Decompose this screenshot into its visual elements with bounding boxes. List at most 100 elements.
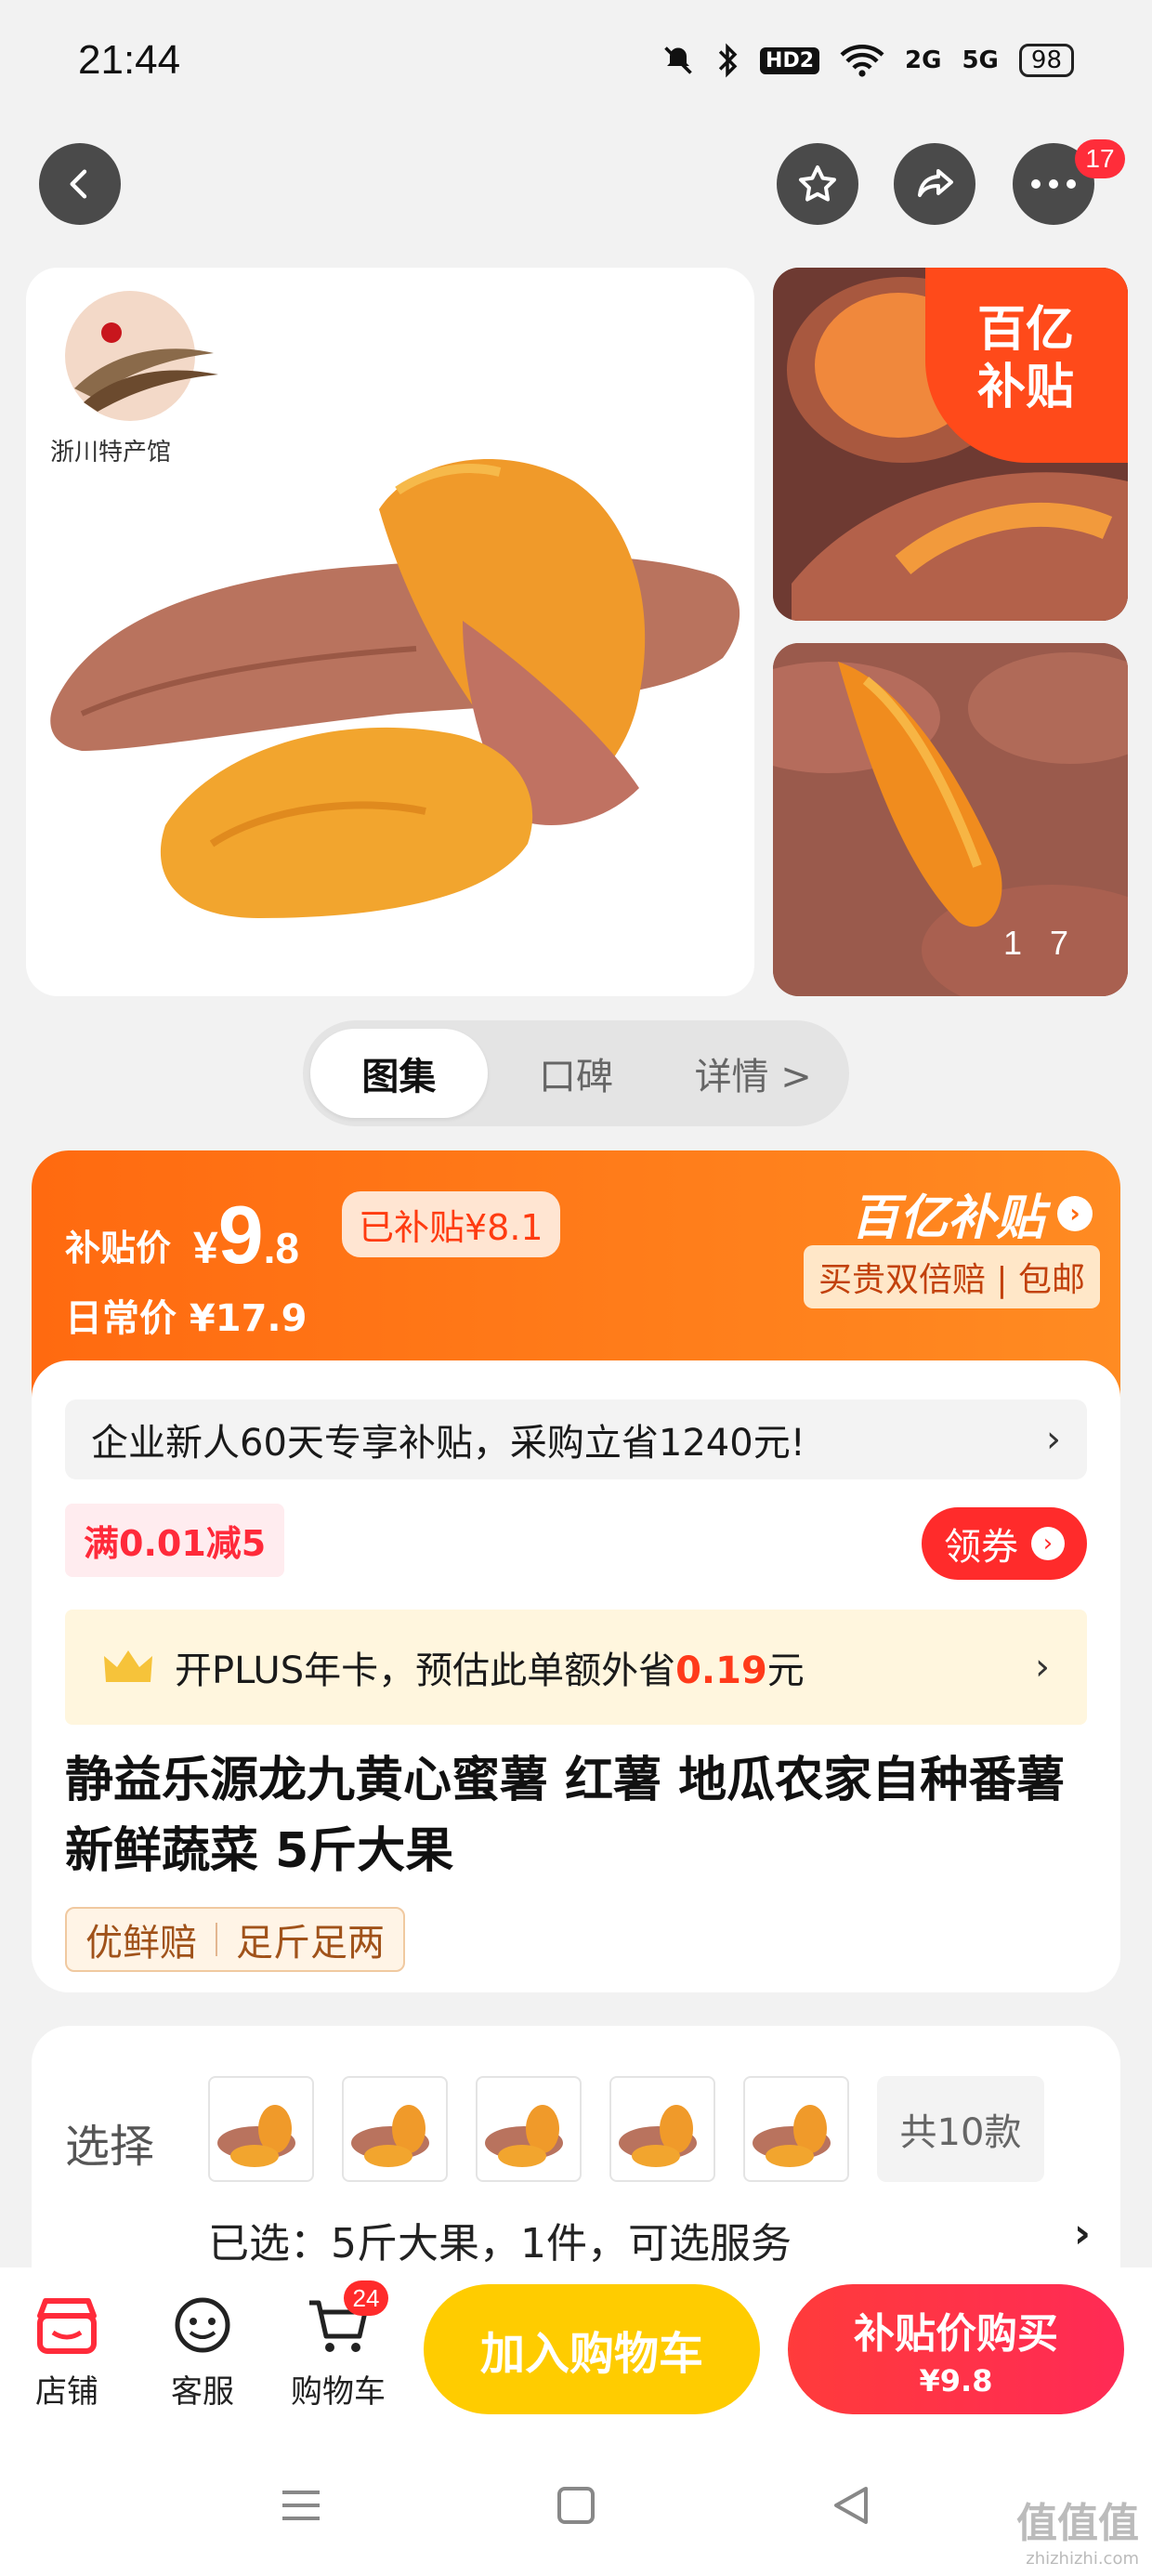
crown-icon	[104, 1650, 152, 1682]
sweet-potato-thumbnail	[485, 2105, 563, 2167]
variant-thumbnail[interactable]	[476, 2076, 582, 2182]
customer-service-button[interactable]: 客服	[147, 2295, 258, 2412]
plus-membership-text: 开PLUS年卡，预估此单额外省0.19元	[175, 1640, 805, 1694]
price-decimal: .8	[263, 1224, 300, 1272]
billion-subsidy-link[interactable]: 百亿补贴 ›	[851, 1178, 1093, 1248]
add-to-cart-button[interactable]: 加入购物车	[424, 2284, 760, 2414]
selected-options[interactable]: 已选：5斤大果，1件，可选服务 ›	[208, 2210, 1091, 2269]
main-product-image[interactable]: 浙川特产馆	[26, 268, 754, 996]
signal-5g-icon: 5G	[962, 46, 999, 74]
price-integer: 9	[217, 1189, 264, 1281]
chat-icon	[175, 2297, 230, 2353]
chevron-right-icon: ›	[1031, 1527, 1065, 1560]
thumbnail-image[interactable]: 17	[773, 643, 1128, 996]
image-counter-current: 1	[1002, 924, 1050, 962]
wifi-icon	[840, 45, 884, 77]
customer-service-label: 客服	[171, 2373, 234, 2411]
chevron-right-icon: ›	[1057, 1195, 1093, 1231]
variant-thumbnail[interactable]	[208, 2076, 314, 2182]
signal-2g-icon: 2G	[905, 46, 942, 74]
star-icon	[799, 165, 836, 202]
image-counter-total: 7	[1049, 924, 1096, 962]
back-triangle-icon[interactable]	[829, 2483, 873, 2528]
watermark: 值值值 zhizhizhi.com	[1016, 2490, 1139, 2569]
bluetooth-icon	[718, 43, 738, 78]
product-title: 静益乐源龙九黄心蜜薯 红薯 地瓜农家自种番薯 新鲜蔬菜 5斤大果	[65, 1753, 1066, 1879]
battery-icon: 98	[1018, 44, 1074, 77]
plus-membership-banner[interactable]: 开PLUS年卡，预估此单额外省0.19元 ›	[65, 1610, 1087, 1725]
home-icon[interactable]	[554, 2483, 598, 2528]
service-tag: 优鲜赔	[85, 1922, 197, 1965]
enterprise-notice-text: 企业新人60天专享补贴，采购立省1240元!	[91, 1422, 805, 1465]
buy-now-label: 补贴价购买	[854, 2310, 1058, 2358]
media-tabs: 图集 口碑 详情 >	[303, 1020, 849, 1126]
plus-saving-amount: 0.19	[675, 1649, 767, 1692]
chevron-right-icon: ›	[1073, 2210, 1091, 2257]
shop-label: 店铺	[35, 2373, 98, 2411]
image-counter: 17	[1003, 924, 1096, 963]
selected-options-text: 已选：5斤大果，1件，可选服务	[208, 2220, 792, 2267]
sweet-potato-thumbnail	[753, 2105, 831, 2167]
buy-now-price: ¥9.8	[919, 2363, 993, 2399]
tab-reviews[interactable]: 口碑	[488, 1029, 665, 1118]
menu-icon[interactable]	[279, 2483, 323, 2528]
tab-gallery[interactable]: 图集	[310, 1029, 488, 1118]
guarantee-slogan: 买贵双倍赔 | 包邮	[803, 1245, 1100, 1308]
watermark-main: 值值值	[1016, 2500, 1139, 2547]
shop-button[interactable]: 店铺	[11, 2295, 123, 2412]
subsidy-corner-line2: 补贴	[977, 360, 1075, 415]
plus-membership-content: 开PLUS年卡，预估此单额外省0.19元	[102, 1640, 805, 1694]
subsidy-corner-badge: 百亿 补贴	[925, 268, 1128, 463]
product-info-card: 企业新人60天专享补贴，采购立省1240元! › 满0.01减5 领券 › 开P…	[32, 1360, 1120, 1992]
select-label: 选择	[65, 2121, 155, 2173]
variant-thumbnails	[208, 2076, 849, 2182]
plus-text-suffix: 元	[766, 1649, 805, 1692]
system-navigation-bar: 值值值 zhizhizhi.com	[0, 2444, 1152, 2576]
share-icon	[918, 169, 953, 197]
get-coupon-button[interactable]: 领券 ›	[922, 1507, 1087, 1580]
shop-icon	[37, 2298, 97, 2354]
chevron-left-icon	[70, 169, 87, 199]
favorite-button[interactable]	[777, 143, 858, 225]
status-icons: HD2 2G 5G 98	[661, 43, 1074, 78]
share-button[interactable]	[894, 143, 975, 225]
more-icon	[1031, 179, 1076, 189]
sweet-potato-thumbnail	[619, 2105, 697, 2167]
status-time: 21:44	[78, 37, 181, 83]
sweet-potato-image	[50, 459, 740, 918]
chevron-right-icon: ›	[1035, 1646, 1050, 1689]
chevron-right-icon: ›	[1046, 1418, 1061, 1461]
cart-label: 购物车	[291, 2373, 386, 2411]
status-bar: 21:44 HD2 2G 5G 98	[0, 0, 1152, 121]
tab-details[interactable]: 详情 >	[664, 1029, 842, 1118]
variant-count[interactable]: 共10款	[877, 2076, 1044, 2182]
message-count-badge: 17	[1075, 139, 1125, 178]
variant-thumbnail[interactable]	[609, 2076, 715, 2182]
subsidy-price: ¥9.8	[193, 1188, 299, 1282]
sweet-potato-thumbnail	[217, 2105, 295, 2167]
subsidy-corner-line1: 百亿	[977, 302, 1075, 358]
bottom-action-bar: 店铺 客服 购物车 24 加入购物车 补贴价购买 ¥9.8	[0, 2267, 1152, 2444]
sweet-potato-thumbnail	[351, 2105, 429, 2167]
enterprise-notice[interactable]: 企业新人60天专享补贴，采购立省1240元! ›	[65, 1400, 1087, 1479]
plus-text-prefix: 开PLUS年卡，预估此单额外省	[175, 1649, 676, 1692]
hd-icon: HD2	[760, 46, 820, 74]
daily-price: 日常价 ¥17.9	[65, 1297, 308, 1340]
thumbnail-image[interactable]: 百亿 补贴	[773, 268, 1128, 621]
subsidized-amount-badge: 已补贴¥8.1	[342, 1191, 560, 1257]
service-tags[interactable]: 优鲜赔 足斤足两	[65, 1907, 405, 1972]
billion-subsidy-logo: 百亿补贴	[850, 1190, 1044, 1246]
get-coupon-label: 领券	[944, 1526, 1018, 1569]
subsidy-price-label: 补贴价	[65, 1228, 172, 1268]
cart-count-badge: 24	[344, 2280, 388, 2316]
variant-thumbnail[interactable]	[342, 2076, 448, 2182]
cart-button[interactable]: 购物车 24	[282, 2280, 394, 2412]
buy-now-button[interactable]: 补贴价购买 ¥9.8	[788, 2284, 1124, 2414]
mute-bell-icon	[664, 46, 692, 74]
variant-thumbnail[interactable]	[743, 2076, 849, 2182]
service-tag: 足斤足两	[236, 1922, 385, 1965]
watermark-sub: zhizhizhi.com	[1026, 2549, 1139, 2569]
back-button[interactable]	[39, 143, 121, 225]
price-currency: ¥	[193, 1224, 218, 1273]
coupon-tag: 满0.01减5	[65, 1504, 285, 1577]
